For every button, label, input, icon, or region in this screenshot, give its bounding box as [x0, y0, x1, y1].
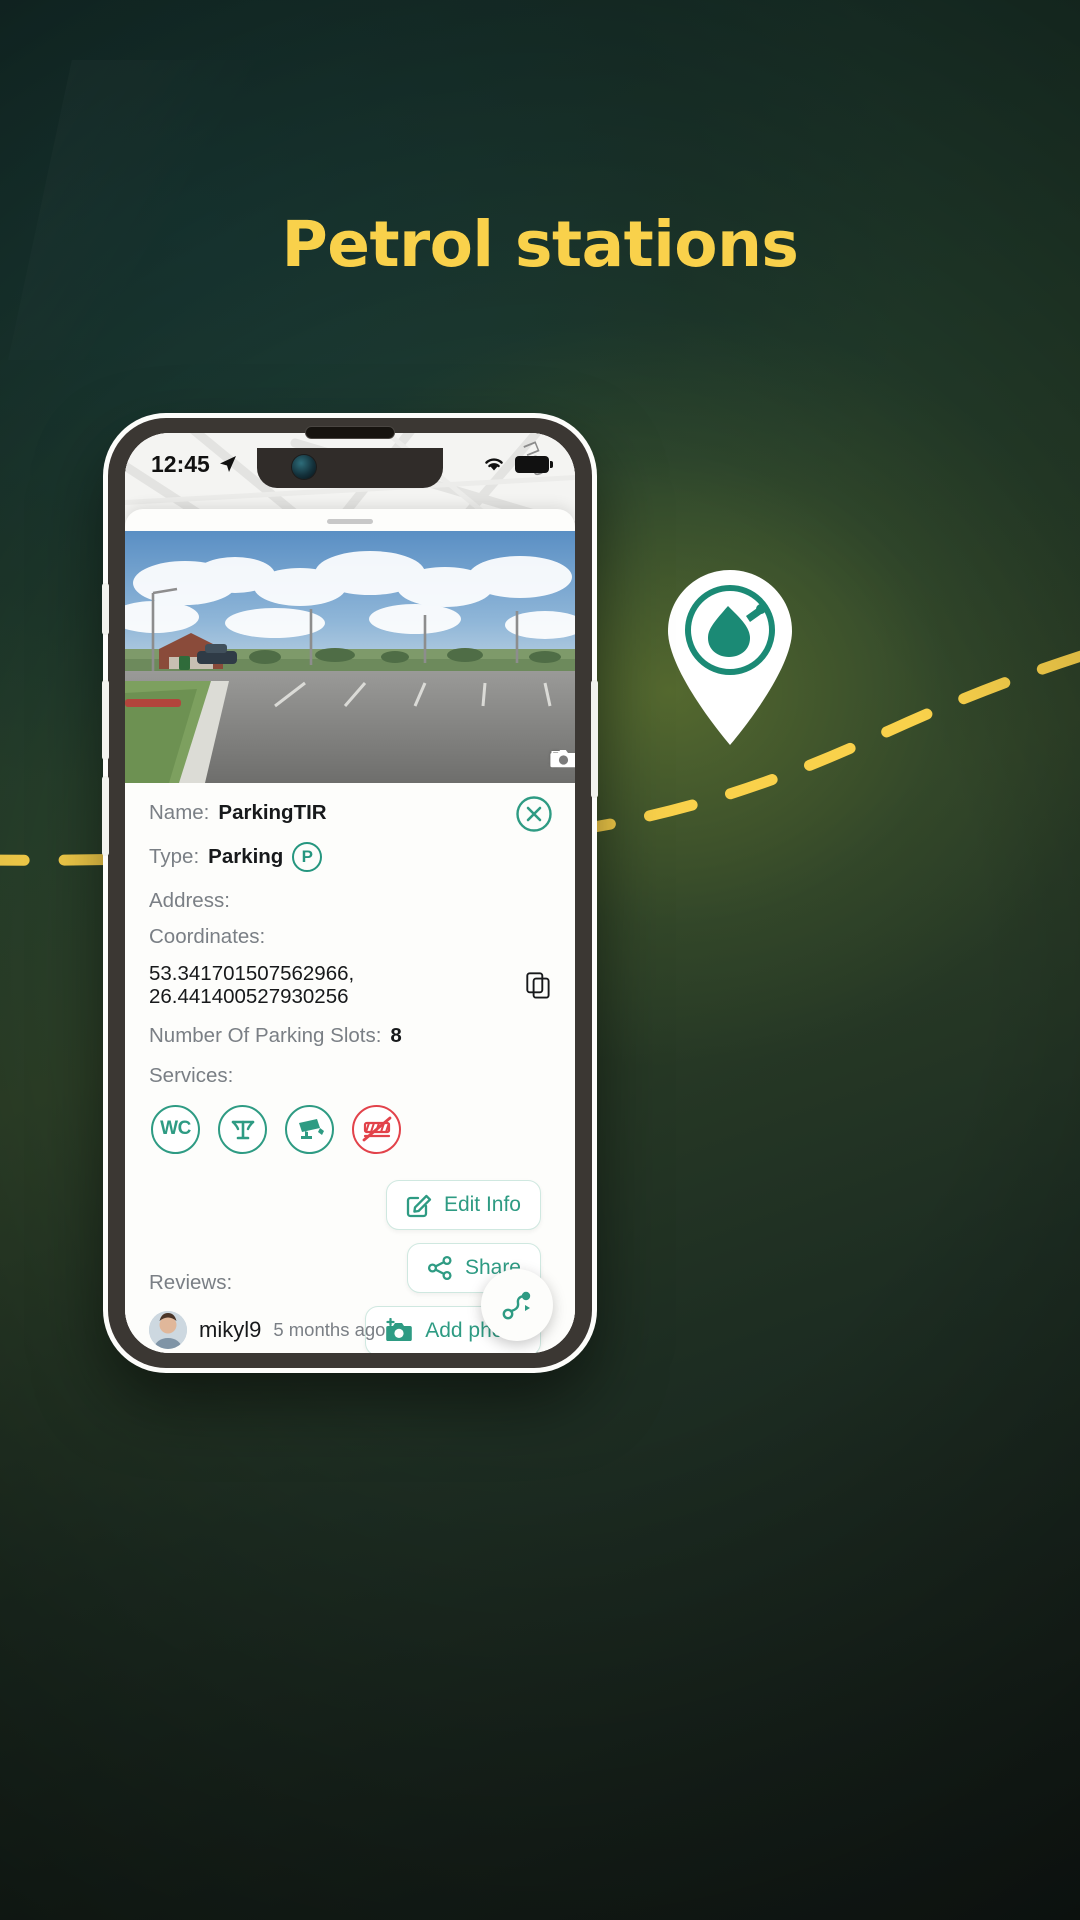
field-type-value: Parking [208, 844, 284, 868]
status-bar-time-group: 12:45 [151, 451, 238, 478]
copy-icon [526, 972, 550, 999]
phone-side-button-power[interactable] [591, 680, 598, 798]
service-lighting[interactable] [218, 1104, 267, 1154]
map-pin-marker [668, 570, 792, 745]
phone-notch [257, 448, 443, 488]
front-camera-icon [292, 455, 316, 479]
place-photo[interactable]: 5 [125, 531, 575, 783]
avatar [149, 1311, 187, 1349]
field-address: Address: [149, 889, 551, 913]
phone-screen: Пер 12:45 [125, 433, 575, 1353]
copy-coordinates-button[interactable] [526, 972, 551, 999]
field-coordinates-label: Coordinates: [149, 925, 266, 949]
share-icon [427, 1255, 452, 1280]
phone-side-button-volume-up[interactable] [102, 680, 109, 760]
field-type: Type: Parking P [149, 841, 551, 872]
edit-info-label: Edit Info [443, 1192, 521, 1216]
coordinates-value: 53.341701507562966, 26.441400527930256 [149, 961, 355, 1009]
user-avatar-image [149, 1311, 187, 1349]
no-barrier-icon [362, 1117, 391, 1142]
street-lamp-icon [231, 1121, 254, 1140]
review-time: 5 months ago [273, 1319, 386, 1340]
sheet-drag-handle[interactable] [327, 519, 373, 524]
coordinates-value-row: 53.341701507562966, 26.441400527930256 [149, 962, 551, 1009]
security-camera-icon [298, 1119, 324, 1140]
field-name-value: ParkingTIR [218, 801, 327, 824]
service-security-camera[interactable] [285, 1104, 334, 1154]
add-photo-icon [386, 1317, 413, 1341]
field-parking-slots: Number Of Parking Slots: 8 [149, 1024, 551, 1048]
close-circle-icon [516, 796, 552, 832]
reviews-label: Reviews: [149, 1271, 233, 1294]
camera-icon [550, 750, 575, 768]
edit-square-icon [406, 1194, 432, 1218]
wifi-icon [485, 458, 503, 471]
edit-info-button[interactable]: Edit Info [385, 1179, 541, 1230]
review-item: mikyl9 5 months ago [149, 1311, 385, 1349]
phone-side-button-mute[interactable] [102, 583, 109, 635]
page-title: Petrol stations [281, 208, 799, 281]
field-parking-slots-label: Number Of Parking Slots: [149, 1023, 382, 1047]
field-coordinates: Coordinates: [149, 925, 551, 949]
services-list: WC [151, 1104, 551, 1154]
photo-count-badge: 5 [550, 748, 575, 771]
parking-p-icon: P [292, 841, 323, 872]
service-no-barrier[interactable] [352, 1104, 401, 1154]
field-address-label: Address: [149, 888, 230, 912]
battery-full-icon [515, 455, 553, 473]
review-author: mikyl9 [199, 1317, 262, 1342]
field-type-label: Type: [149, 844, 200, 868]
field-services: Services: [149, 1064, 551, 1088]
phone-side-button-volume-down[interactable] [102, 776, 109, 856]
directions-fab-button[interactable] [481, 1269, 553, 1341]
route-directions-icon [502, 1291, 531, 1320]
place-info: Name: ParkingTIR Type: Parking P Address… [125, 783, 575, 1353]
service-wc[interactable]: WC [151, 1104, 200, 1154]
place-details-sheet: 5 Name: ParkingTIR Type: Parking P [125, 509, 575, 1353]
status-bar-indicators [482, 455, 553, 473]
wc-icon: WC [160, 1118, 191, 1140]
field-name: Name: ParkingTIR [149, 801, 551, 825]
phone-mockup: Пер 12:45 [102, 418, 598, 1368]
phone-earpiece-speaker [305, 426, 395, 439]
field-parking-slots-value: 8 [390, 1023, 402, 1047]
close-button[interactable] [515, 795, 553, 833]
status-bar-time: 12:45 [151, 450, 210, 477]
field-services-label: Services: [149, 1064, 234, 1088]
navigation-arrow-icon [219, 456, 236, 472]
field-name-label: Name: [149, 801, 210, 824]
